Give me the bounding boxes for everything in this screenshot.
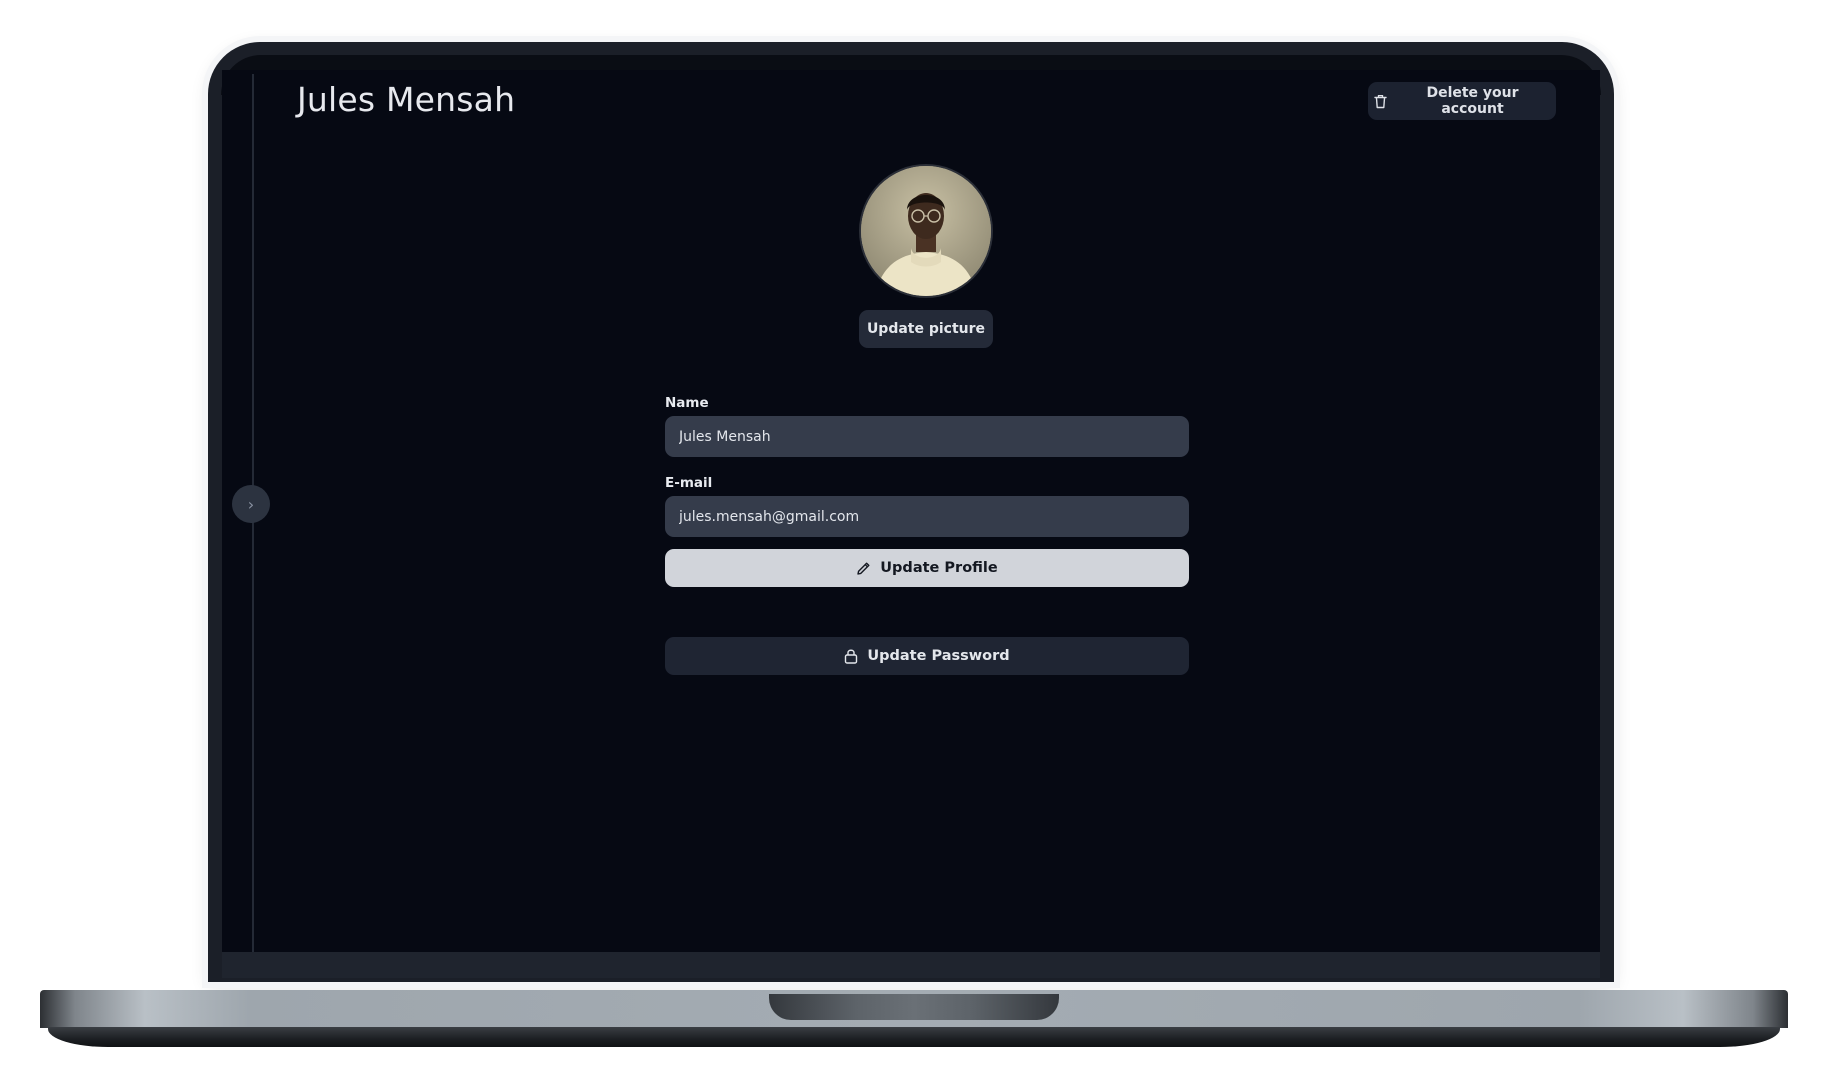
laptop-base-shadow xyxy=(48,1027,1780,1047)
email-label: E-mail xyxy=(665,475,713,491)
update-profile-label: Update Profile xyxy=(880,560,998,576)
update-profile-button[interactable]: Update Profile xyxy=(665,549,1189,587)
name-field[interactable] xyxy=(665,416,1189,457)
name-label: Name xyxy=(665,395,709,411)
update-password-button[interactable]: Update Password xyxy=(665,637,1189,675)
screen-bottom-bezel xyxy=(222,952,1600,978)
page-title: Jules Mensah xyxy=(297,80,516,119)
trash-icon xyxy=(1374,94,1387,109)
update-picture-button[interactable]: Update picture xyxy=(859,310,993,348)
laptop-base-notch xyxy=(769,994,1059,1020)
sidebar-toggle-button[interactable]: › xyxy=(232,485,270,523)
delete-account-button[interactable]: Delete your account xyxy=(1368,82,1556,120)
email-field[interactable] xyxy=(665,496,1189,537)
avatar xyxy=(861,166,991,296)
delete-account-label: Delete your account xyxy=(1426,85,1519,117)
chevron-right-icon: › xyxy=(247,494,255,514)
pencil-icon xyxy=(856,561,871,576)
update-password-label: Update Password xyxy=(867,648,1010,664)
app-screen: › Jules Mensah Delete your account Updat… xyxy=(222,70,1600,952)
profile-photo xyxy=(861,166,991,296)
lock-icon xyxy=(844,648,858,664)
